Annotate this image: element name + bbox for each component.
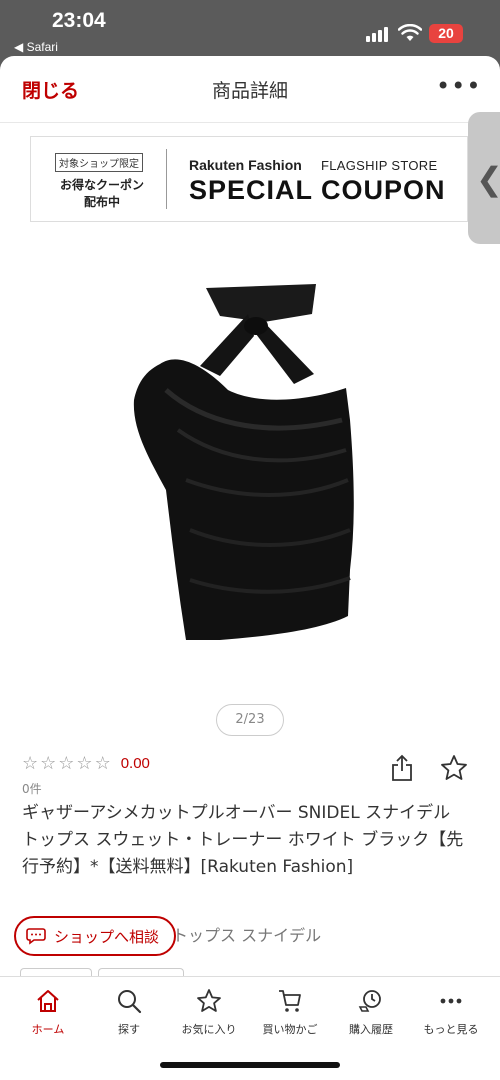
page-title: 商品詳細 xyxy=(211,80,288,102)
home-icon xyxy=(37,990,59,1012)
back-to-safari-link[interactable]: ◀ Safari xyxy=(14,40,58,54)
rating-star-icon: ☆ xyxy=(76,752,93,774)
tab-history[interactable]: 購入履歴 xyxy=(329,987,413,1037)
banner-coupon-text: お得なクーポン xyxy=(59,178,144,192)
rating-star-icon: ☆ xyxy=(22,752,39,774)
product-name: ギャザーアシメカットプルオーバー SNIDEL スナイデル トップス スウェット… xyxy=(22,803,464,877)
tab-cart-label: 買い物かご xyxy=(262,1023,318,1036)
rating-row[interactable]: ☆ ☆ ☆ ☆ ☆ 0.00 xyxy=(22,752,150,774)
home-indicator[interactable] xyxy=(160,1062,340,1068)
more-options-button[interactable]: ••• xyxy=(436,72,481,100)
search-icon xyxy=(118,990,142,1014)
more-icon xyxy=(440,998,462,1004)
chat-bubble-icon xyxy=(26,928,46,945)
tab-favorites-label: お気に入り xyxy=(181,1023,237,1036)
brand-category-text[interactable]: トップス スナイデル xyxy=(172,922,321,946)
sheet-header: 閉じる 商品詳細 ••• xyxy=(0,56,500,123)
rating-star-icon: ☆ xyxy=(58,752,75,774)
share-icon[interactable] xyxy=(390,754,414,782)
history-icon xyxy=(358,990,381,1012)
tab-cart[interactable]: 買い物かご xyxy=(248,987,332,1037)
status-bar: 23:04 ◀ Safari 20 xyxy=(0,0,500,56)
star-icon xyxy=(197,989,221,1012)
image-counter: 2/23 xyxy=(216,704,284,736)
banner-distribution-text: 配布中 xyxy=(83,195,120,209)
chevron-left-icon: ❮ xyxy=(476,160,500,198)
wifi-icon xyxy=(398,24,422,41)
cart-icon xyxy=(279,990,301,1012)
battery-indicator: 20 xyxy=(429,24,463,43)
rating-star-icon: ☆ xyxy=(40,752,57,774)
banner-divider xyxy=(166,149,167,209)
tab-favorites[interactable]: お気に入り xyxy=(167,987,251,1037)
tab-more[interactable]: もっと見る xyxy=(409,987,493,1037)
shop-consult-label: ショップへ相談 xyxy=(54,928,160,946)
banner-brand: Rakuten Fashion xyxy=(189,157,302,173)
banner-badge: 対象ショップ限定 xyxy=(55,153,143,172)
tab-home[interactable]: ホーム xyxy=(6,987,90,1037)
favorite-star-icon[interactable] xyxy=(440,754,468,782)
shop-consult-button[interactable]: ショップへ相談 xyxy=(14,916,176,956)
rating-star-icon: ☆ xyxy=(94,752,111,774)
review-count[interactable]: 0件 xyxy=(22,780,42,797)
side-drawer-handle[interactable]: ❮ xyxy=(468,112,500,244)
tab-more-label: もっと見る xyxy=(423,1023,479,1036)
tab-search-label: 探す xyxy=(118,1023,140,1036)
tab-search[interactable]: 探す xyxy=(87,987,171,1037)
banner-headline: SPECIAL COUPON xyxy=(189,175,446,205)
tab-history-label: 購入履歴 xyxy=(349,1023,393,1036)
coupon-banner[interactable]: 対象ショップ限定 お得なクーポン 配布中 Rakuten Fashion FLA… xyxy=(30,136,468,222)
banner-flagship: FLAGSHIP STORE xyxy=(321,158,438,173)
cellular-signal-icon xyxy=(366,26,390,42)
status-time: 23:04 xyxy=(52,9,106,32)
rating-value: 0.00 xyxy=(120,754,150,772)
product-detail-sheet: 閉じる 商品詳細 ••• ❮ 対象ショップ限定 お得なクーポン 配布中 Raku… xyxy=(0,56,500,1080)
product-image[interactable] xyxy=(120,270,380,662)
tab-home-label: ホーム xyxy=(31,1023,65,1036)
